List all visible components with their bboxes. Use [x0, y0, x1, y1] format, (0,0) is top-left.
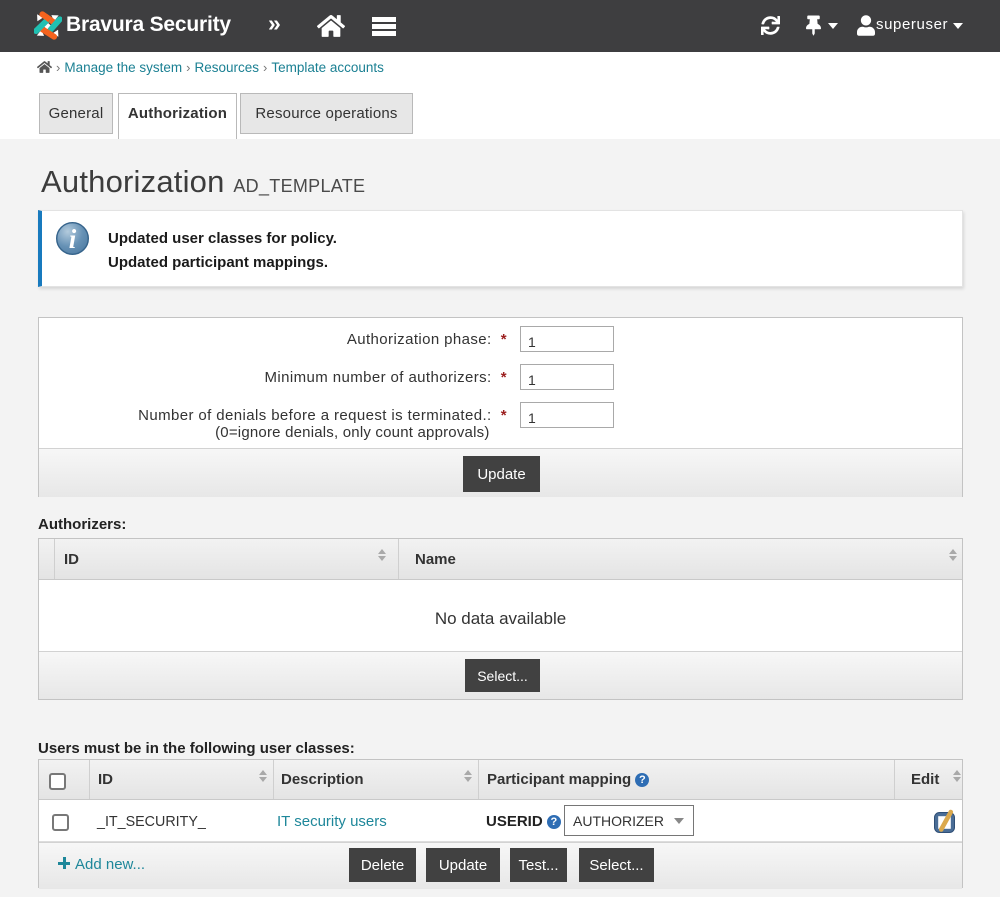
svg-text:i: i — [69, 224, 77, 254]
